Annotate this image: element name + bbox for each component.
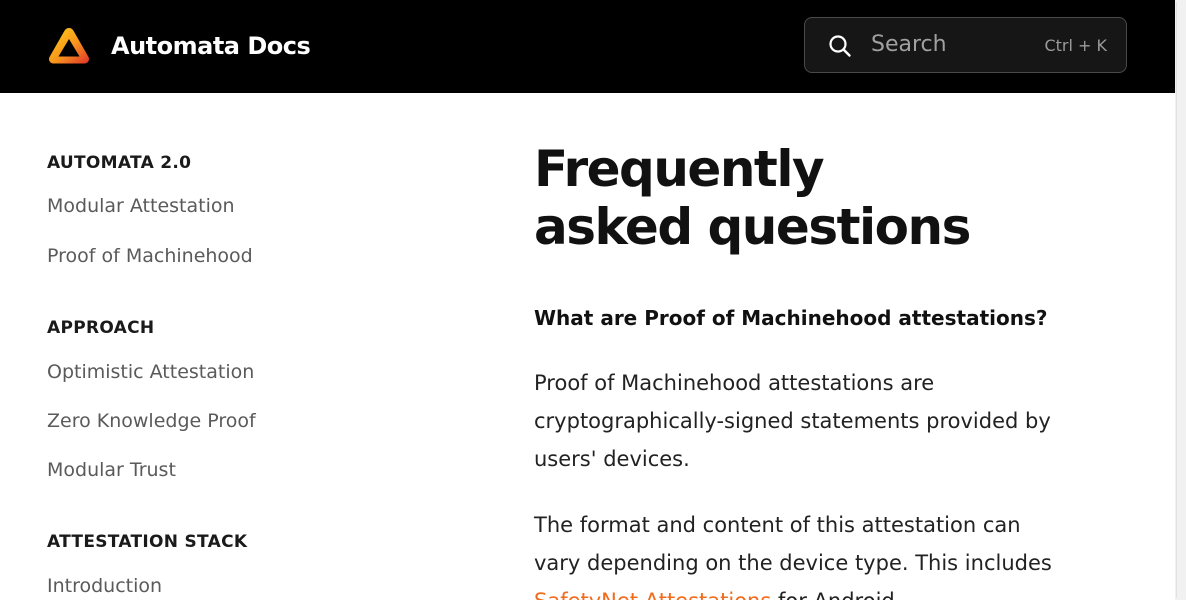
sidebar-section-title: ATTESTATION STACK	[47, 532, 248, 552]
answer-text: The format and content of this attestati…	[534, 513, 1052, 575]
sidebar-section-title: APPROACH	[47, 318, 155, 338]
docs-page: Automata Docs Search Ctrl + K AUTOMATA 2…	[0, 0, 1186, 600]
faq-question: What are Proof of Machinehood attestatio…	[534, 306, 1048, 330]
page-title-line-1: Frequently	[534, 140, 825, 198]
automata-triangle-logo-icon[interactable]	[47, 25, 91, 67]
page-title: Frequently asked questions	[534, 140, 1054, 256]
answer-text-tail: for Android	[771, 589, 895, 600]
search-placeholder: Search	[871, 32, 947, 57]
brand-title[interactable]: Automata Docs	[111, 30, 311, 62]
sidebar-item-proof-of-machinehood[interactable]: Proof of Machinehood	[47, 243, 253, 269]
faq-answer-paragraph-2: The format and content of this attestati…	[534, 506, 1054, 600]
search-icon	[829, 35, 851, 57]
sidebar-item-modular-trust[interactable]: Modular Trust	[47, 457, 176, 483]
scrollbar-thumb[interactable]	[1176, 2, 1185, 598]
search-shortcut-hint: Ctrl + K	[1044, 36, 1107, 55]
sidebar-item-modular-attestation[interactable]: Modular Attestation	[47, 193, 235, 219]
safetynet-attestations-link[interactable]: SafetyNet Attestations	[534, 589, 771, 600]
sidebar-item-introduction[interactable]: Introduction	[47, 573, 162, 599]
page-scrollbar[interactable]	[1175, 0, 1186, 600]
page-title-line-2: asked questions	[534, 198, 971, 256]
search-box[interactable]: Search Ctrl + K	[804, 17, 1127, 73]
faq-answer-paragraph: Proof of Machinehood attestations are cr…	[534, 371, 1051, 471]
top-header: Automata Docs Search Ctrl + K	[0, 0, 1175, 93]
sidebar-item-zero-knowledge-proof[interactable]: Zero Knowledge Proof	[47, 408, 256, 434]
sidebar-item-optimistic-attestation[interactable]: Optimistic Attestation	[47, 359, 254, 385]
sidebar-section-title: AUTOMATA 2.0	[47, 153, 192, 173]
